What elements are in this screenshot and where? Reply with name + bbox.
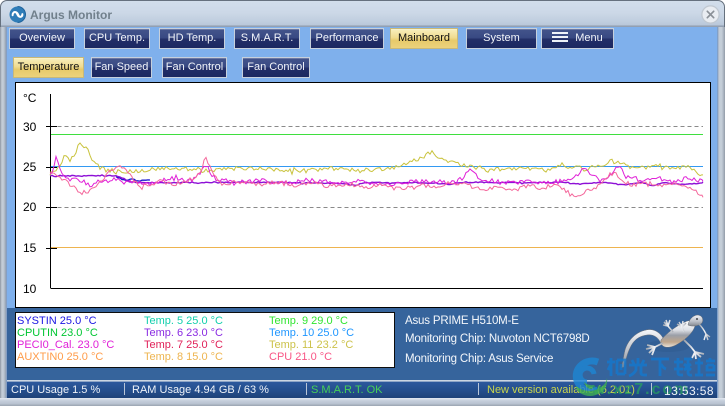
svg-text:°C: °C xyxy=(23,91,37,105)
svg-text:20: 20 xyxy=(23,200,37,214)
svg-text:10: 10 xyxy=(23,282,37,296)
svg-text:30: 30 xyxy=(23,120,37,134)
svg-text:15: 15 xyxy=(23,241,37,255)
svg-text:25: 25 xyxy=(23,160,37,174)
